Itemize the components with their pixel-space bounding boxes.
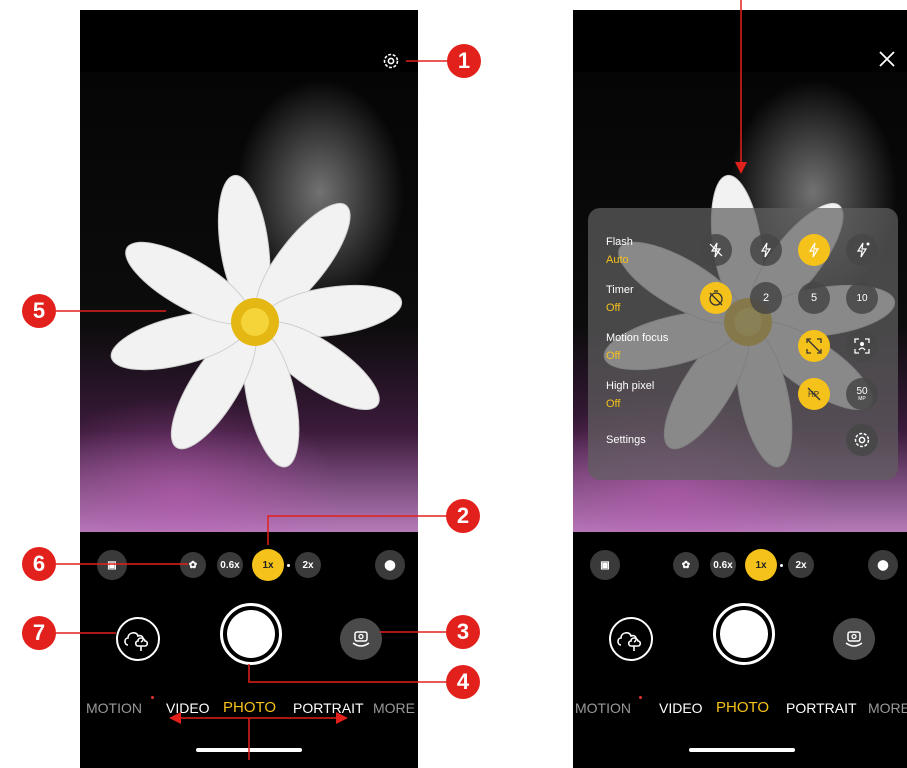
callout-badge-1: 1 [447, 44, 481, 78]
callout-line-4 [248, 664, 446, 683]
callout-badge-7: 7 [22, 616, 56, 650]
callout-badge-6: 6 [22, 547, 56, 581]
callout-line-2 [267, 515, 446, 545]
callout-badge-5: 5 [22, 294, 56, 328]
callout-badge-2: 2 [446, 499, 480, 533]
callout-badge-3: 3 [446, 615, 480, 649]
callout-arrows [56, 0, 747, 760]
callout-badge-4: 4 [446, 665, 480, 699]
